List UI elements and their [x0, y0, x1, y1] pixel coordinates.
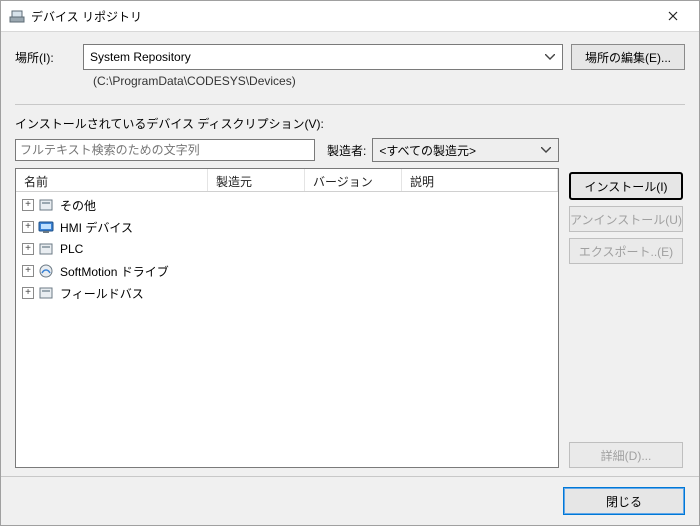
close-button[interactable]: 閉じる — [563, 487, 685, 515]
tree-item-misc[interactable]: + その他 — [16, 194, 558, 216]
filter-row: 製造者: <すべての製造元> — [15, 138, 559, 162]
installed-section-label: インストールされているデバイス ディスクリプション(V): — [15, 115, 685, 132]
tree-item-hmi[interactable]: + HMI デバイス — [16, 216, 558, 238]
expander-icon[interactable]: + — [22, 243, 34, 255]
expander-icon[interactable]: + — [22, 287, 34, 299]
edit-locations-label: 場所の編集(E)... — [585, 49, 671, 66]
column-description[interactable]: 説明 — [402, 169, 558, 191]
uninstall-button: アンインストール(U) — [569, 206, 683, 232]
details-button-label: 詳細(D)... — [601, 447, 652, 464]
expander-icon[interactable]: + — [22, 265, 34, 277]
tree-body[interactable]: + その他 + HMI デバイス — [16, 192, 558, 467]
edit-locations-button[interactable]: 場所の編集(E)... — [571, 44, 685, 70]
vendor-label: 製造者: — [327, 142, 366, 159]
window-title: デバイス リポジトリ — [31, 8, 651, 25]
device-icon — [38, 241, 54, 257]
dialog-footer: 閉じる — [1, 476, 699, 525]
hmi-icon — [38, 219, 54, 235]
expander-icon[interactable]: + — [22, 199, 34, 211]
install-button-label: インストール(I) — [584, 178, 667, 195]
location-path: (C:\ProgramData\CODESYS\Devices) — [93, 74, 685, 88]
button-column-spacer — [569, 270, 685, 436]
search-input[interactable] — [15, 139, 315, 161]
column-version[interactable]: バージョン — [305, 169, 402, 191]
window-close-button[interactable] — [651, 1, 695, 31]
tree-item-label: フィールドバス — [58, 285, 144, 302]
vendor-combobox[interactable]: <すべての製造元> — [372, 138, 559, 162]
left-column: 製造者: <すべての製造元> 名前 製造元 バージョン 説明 — [15, 138, 559, 468]
details-button: 詳細(D)... — [569, 442, 683, 468]
close-icon — [668, 8, 678, 24]
tree-item-softmotion[interactable]: + SoftMotion ドライブ — [16, 260, 558, 282]
tree-item-plc[interactable]: + PLC — [16, 238, 558, 260]
location-label: 場所(I): — [15, 49, 75, 66]
column-vendor[interactable]: 製造元 — [208, 169, 305, 191]
close-button-label: 閉じる — [606, 493, 642, 510]
expander-icon[interactable]: + — [22, 221, 34, 233]
device-icon — [38, 285, 54, 301]
motion-icon — [38, 263, 54, 279]
tree-header: 名前 製造元 バージョン 説明 — [16, 169, 558, 192]
export-button: エクスポート..(E) — [569, 238, 683, 264]
button-column: インストール(I) アンインストール(U) エクスポート..(E) 詳細(D).… — [569, 138, 685, 468]
chevron-down-icon — [542, 49, 558, 65]
device-tree-panel: 名前 製造元 バージョン 説明 + その他 — [15, 168, 559, 468]
location-combobox[interactable]: System Repository — [83, 44, 563, 70]
app-icon — [9, 8, 25, 24]
uninstall-button-label: アンインストール(U) — [570, 211, 682, 228]
divider — [15, 104, 685, 105]
chevron-down-icon — [538, 142, 554, 158]
dialog-body: 場所(I): System Repository 場所の編集(E)... (C:… — [1, 32, 699, 476]
tree-item-label: PLC — [58, 242, 83, 256]
titlebar: デバイス リポジトリ — [1, 1, 699, 32]
tree-item-label: その他 — [58, 197, 96, 214]
button-column-offset — [569, 138, 685, 166]
main-area: 製造者: <すべての製造元> 名前 製造元 バージョン 説明 — [15, 138, 685, 468]
device-icon — [38, 197, 54, 213]
tree-item-label: HMI デバイス — [58, 219, 133, 236]
export-button-label: エクスポート..(E) — [579, 243, 673, 260]
install-button[interactable]: インストール(I) — [569, 172, 683, 200]
vendor-combobox-value: <すべての製造元> — [379, 142, 476, 159]
tree-item-fieldbus[interactable]: + フィールドバス — [16, 282, 558, 304]
column-name[interactable]: 名前 — [16, 169, 208, 191]
location-row: 場所(I): System Repository 場所の編集(E)... — [15, 44, 685, 70]
location-combobox-value: System Repository — [90, 50, 191, 64]
device-repository-window: デバイス リポジトリ 場所(I): System Repository 場所の編… — [0, 0, 700, 526]
tree-item-label: SoftMotion ドライブ — [58, 263, 169, 280]
